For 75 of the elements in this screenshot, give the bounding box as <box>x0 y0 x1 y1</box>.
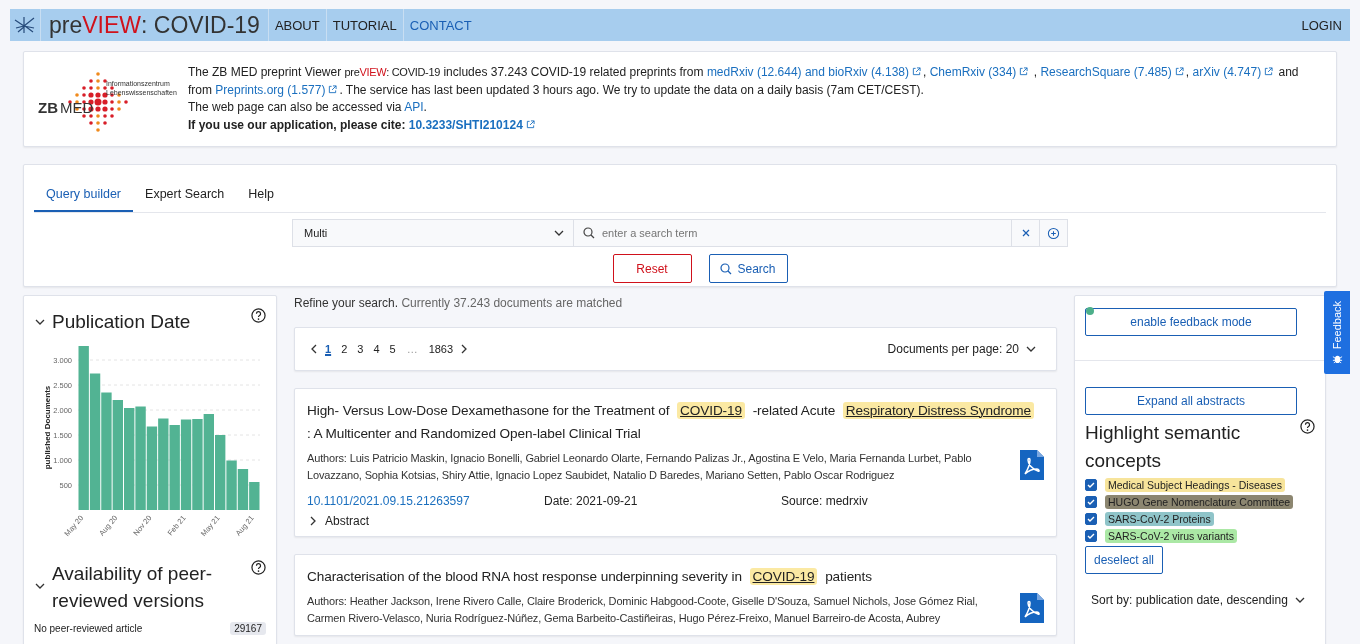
reset-button[interactable]: Reset <box>612 254 692 283</box>
help-icon[interactable] <box>251 560 266 575</box>
concept-tag: SARS-CoV-2 Proteins <box>1105 512 1214 526</box>
external-link-icon <box>1019 67 1029 76</box>
axis-title: published Documents <box>43 385 52 470</box>
deselect-all-button[interactable]: deselect all <box>1085 546 1163 574</box>
filter-label: No peer-reviewed article <box>34 623 143 634</box>
close-icon <box>1020 228 1031 238</box>
page-link[interactable]: 2 <box>336 343 353 355</box>
link[interactable]: 10.3233/SHTI210124 <box>408 117 537 132</box>
login-link[interactable]: LOGIN <box>1293 9 1350 41</box>
concept-tag: Medical Subject Headings - Diseases <box>1105 478 1285 492</box>
external-link-icon <box>328 84 338 94</box>
authors-text: Authors: Luis Patricio Maskin, Ignacio Bonelli, Gabriel Leonardo Olarte, Fernando Palizas Jr., Agostina E Velo, Maria Fernanda Lurbet, Pablo Lovazzano, Sophia Kotsias, Shiry Attie, Ignacio Lopez Saubidet, Natalio D Baredes, Mariano Setten, Pablo Oscar Rodriguez <box>307 451 973 483</box>
sort-dropdown[interactable]: Sort by: publication date, descending <box>1085 592 1312 608</box>
search-field[interactable]: enter a search term <box>574 219 1012 247</box>
link[interactable]: medRxiv (12.644) and bioRxiv (4.138) <box>706 65 923 79</box>
checkbox[interactable] <box>1085 513 1097 525</box>
expand-abstracts-button[interactable]: Expand all abstracts <box>1085 387 1297 415</box>
date-text: Date: 2021-09-21 <box>544 494 639 508</box>
authors-text: Authors: Heather Jackson, Irene Rivero Calle, Claire Broderick, Dominic Habgood-Coote, Giselle D'Souza, Samuel Nichols, Jose Gómez Rial, Carmen Rivero-Velasco, Nuria Rodríguez-Núñez, Gema Barbeito-Castiñeiras, Hugo Pérez-Freixo, Manuel Barreiro-de Acosta, Aubrey <box>307 594 979 626</box>
link[interactable]: Preprints.org (1.577) <box>215 82 340 97</box>
tab[interactable]: Expert Search <box>133 181 237 212</box>
external-link-icon <box>1264 67 1274 76</box>
article-title: High- Versus Low-Dose Dexamethasone for the Treatment of COVID-19 -related Acute Respiratory Distress Syndrome : A Multicenter and Randomized Open-label Clinical Trial <box>307 399 1044 445</box>
page-link[interactable]: 3 <box>352 343 369 355</box>
concept-tag: HUGO Gene Nomenclature Committee <box>1105 495 1294 509</box>
search-icon <box>720 262 733 275</box>
checkbox[interactable] <box>1085 479 1097 491</box>
concept-tag: SARS-CoV-2 virus variants <box>1105 529 1238 543</box>
pdf-icon[interactable] <box>1020 450 1044 480</box>
link[interactable]: arXiv (4.747) <box>1192 65 1276 79</box>
search-icon <box>583 227 595 239</box>
info-text: The web page can also be accessed via API. <box>188 99 428 116</box>
checkbox[interactable] <box>1085 530 1097 542</box>
plus-circle-icon <box>1047 226 1060 240</box>
feedback-mode-button[interactable]: enable feedback mode <box>1085 308 1297 336</box>
count-badge: 29167 <box>230 622 266 635</box>
help-icon[interactable] <box>251 308 266 323</box>
page-link[interactable]: 1 <box>320 343 337 355</box>
info-text: The ZB MED preprint Viewer preVIEW: COVID-19 includes 37.243 COVID-19 related preprints from medRxiv (12.644) and bioRxiv (4.138) , ChemRxiv (334) , ResearchSquare (7.485) , arXiv (4.747) and from Preprints.org (1.577) . The service has last been updated 3 hours ago. We try to update the data on a daily basis (7am CET/CEST). <box>188 64 1300 99</box>
page-link[interactable]: 1863 <box>423 343 459 355</box>
help-icon[interactable] <box>1300 419 1315 434</box>
article-title: Characterisation of the blood RNA host response underpinning severity in COVID-19 patients <box>307 567 873 587</box>
pdf-icon[interactable] <box>1020 593 1044 623</box>
refine-text: Refine your search. Currently 37.243 documents are matched <box>294 295 624 310</box>
external-link-icon <box>1174 67 1184 76</box>
feedback-tab[interactable]: Feedback <box>1324 291 1350 374</box>
bug-icon <box>1331 353 1343 365</box>
external-link-icon <box>525 119 535 129</box>
source-text: Source: medrxiv <box>781 494 869 508</box>
page-link[interactable]: 4 <box>368 343 385 355</box>
field-dropdown[interactable]: Multi <box>292 219 574 247</box>
search-button[interactable]: Search <box>708 254 788 283</box>
add-button[interactable] <box>1040 219 1068 247</box>
nav-link[interactable]: ABOUT <box>268 9 327 41</box>
panel-title: Publication Date <box>52 310 192 334</box>
link[interactable]: ResearchSquare (7.485) <box>1040 65 1186 79</box>
nav-link[interactable]: CONTACT <box>403 9 478 41</box>
panel-title: Availability of peer-reviewed versions <box>52 562 214 613</box>
doi-link[interactable]: 10.1101/2021.09.15.21263597 <box>307 494 470 508</box>
section-title: Highlight semantic concepts <box>1085 421 1242 473</box>
abstract-toggle[interactable]: Abstract <box>307 514 369 528</box>
page-link[interactable]: 5 <box>384 343 401 355</box>
per-page-dropdown[interactable]: Documents per page: 20 <box>881 341 1043 357</box>
ellipsis: … <box>405 343 419 355</box>
external-link-icon <box>912 67 921 76</box>
info-text: If you use our application, please cite: 10.3233/SHTI210124 <box>188 116 1324 134</box>
logo-icon <box>14 16 36 34</box>
nav-link[interactable]: TUTORIAL <box>326 9 404 41</box>
tab[interactable]: Query builder <box>34 181 134 212</box>
tab[interactable]: Help <box>236 181 286 212</box>
link[interactable]: ChemRxiv (334) <box>929 65 1031 79</box>
checkbox[interactable] <box>1085 496 1097 508</box>
app-title: preVIEW: COVID-19 <box>41 9 269 41</box>
